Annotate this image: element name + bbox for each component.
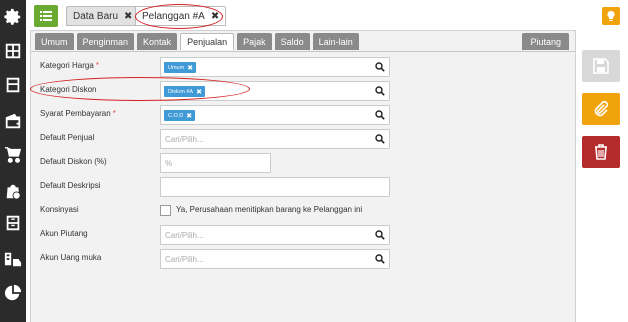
menu-button[interactable]	[34, 5, 58, 27]
field-placeholder: Cari/Pilih...	[165, 135, 204, 144]
action-column	[576, 30, 628, 322]
lightbulb-icon	[607, 11, 615, 21]
cart-icon[interactable]	[2, 144, 24, 166]
close-icon[interactable]: ✖	[124, 11, 132, 22]
tab-data-baru[interactable]: Data Baru ✖	[66, 6, 140, 26]
kategori-harga-select[interactable]: Umum ✖	[160, 57, 390, 77]
row-default-diskon: Default Diskon (%) %	[31, 153, 575, 173]
field-label: Default Diskon (%)	[40, 157, 107, 166]
field-label: Default Penjual	[40, 133, 95, 142]
field-label: Kategori Diskon	[40, 85, 97, 94]
grid-icon[interactable]	[2, 40, 24, 62]
field-label: Syarat Pembayaran *	[40, 109, 116, 118]
tab-label: Data Baru	[73, 10, 119, 22]
field-label: Kategori Harga *	[40, 61, 99, 70]
row-kategori-diskon: Kategori Diskon Diskon #A ✖	[31, 81, 575, 101]
tab-pajak[interactable]: Pajak	[237, 33, 272, 50]
search-icon[interactable]	[375, 254, 385, 264]
search-icon[interactable]	[375, 86, 385, 96]
selected-tag: C.O.D ✖	[164, 110, 196, 121]
default-diskon-input[interactable]: %	[160, 153, 271, 173]
row-konsinyasi: Konsinyasi Ya, Perusahaan menitipkan bar…	[31, 201, 575, 221]
sales-form: Kategori Harga * Umum ✖ Kategori Diskon Di…	[31, 51, 575, 322]
archive-icon[interactable]	[2, 212, 24, 234]
default-penjual-select[interactable]: Cari/Pilih...	[160, 129, 390, 149]
delete-button[interactable]	[582, 136, 620, 168]
customer-form-panel: Umum Penginman Kontak Penjualan Pajak Sa…	[30, 30, 576, 322]
akun-uang-muka-select[interactable]: Cari/Pilih...	[160, 249, 390, 269]
list-icon	[40, 11, 52, 21]
tab-umum[interactable]: Umum	[35, 33, 74, 50]
tab-pengiriman[interactable]: Penginman	[76, 33, 135, 50]
lightbulb-button[interactable]	[602, 7, 620, 25]
app-sidebar	[0, 0, 26, 322]
bag-plus-icon[interactable]	[2, 180, 24, 202]
building-truck-icon[interactable]	[2, 248, 24, 270]
row-default-deskripsi: Default Deskripsi	[31, 177, 575, 197]
subtab-bar: Umum Penginman Kontak Penjualan Pajak Sa…	[35, 33, 359, 51]
top-bar: Data Baru ✖ Pelanggan #A ✖	[26, 0, 628, 30]
remove-tag-icon[interactable]: ✖	[187, 64, 193, 72]
trash-icon	[595, 144, 607, 160]
wallet-icon[interactable]	[2, 110, 24, 132]
tab-saldo[interactable]: Saldo	[274, 33, 310, 50]
remove-tag-icon[interactable]: ✖	[186, 112, 192, 120]
field-placeholder: Cari/Pilih...	[165, 255, 204, 264]
floppy-icon	[593, 58, 609, 74]
field-label: Akun Piutang	[40, 229, 88, 238]
search-icon[interactable]	[375, 230, 385, 240]
search-icon[interactable]	[375, 134, 385, 144]
field-label: Konsinyasi	[40, 205, 79, 214]
kategori-diskon-select[interactable]: Diskon #A ✖	[160, 81, 390, 101]
row-akun-uang-muka: Akun Uang muka Cari/Pilih...	[31, 249, 575, 269]
search-icon[interactable]	[375, 110, 385, 120]
book-icon[interactable]	[2, 74, 24, 96]
syarat-pembayaran-select[interactable]: C.O.D ✖	[160, 105, 390, 125]
default-deskripsi-input[interactable]	[160, 177, 390, 197]
gear-icon[interactable]	[2, 6, 24, 28]
row-kategori-harga: Kategori Harga * Umum ✖	[31, 57, 575, 77]
tab-pelanggan[interactable]: Pelanggan #A ✖	[135, 6, 227, 26]
row-akun-piutang: Akun Piutang Cari/Pilih...	[31, 225, 575, 245]
tab-kontak[interactable]: Kontak	[137, 33, 178, 50]
tab-label: Pelanggan #A	[142, 10, 205, 22]
tab-lain-lain[interactable]: Lain-lain	[312, 33, 359, 50]
field-placeholder: Cari/Pilih...	[165, 231, 204, 240]
paperclip-icon	[594, 100, 609, 117]
selected-tag: Diskon #A ✖	[164, 86, 205, 97]
konsinyasi-checkbox[interactable]	[160, 205, 171, 216]
field-label: Akun Uang muka	[40, 253, 102, 262]
checkbox-label[interactable]: Ya, Perusahaan menitipkan barang ke Pela…	[176, 205, 362, 214]
remove-tag-icon[interactable]: ✖	[196, 88, 202, 96]
save-button[interactable]	[582, 50, 620, 82]
attach-button[interactable]	[582, 93, 620, 125]
tab-penjualan[interactable]: Penjualan	[180, 33, 235, 50]
search-icon[interactable]	[375, 62, 385, 72]
selected-tag: Umum ✖	[164, 62, 197, 73]
close-icon[interactable]: ✖	[211, 11, 219, 22]
row-default-penjual: Default Penjual Cari/Pilih...	[31, 129, 575, 149]
row-syarat-pembayaran: Syarat Pembayaran * C.O.D ✖	[31, 105, 575, 125]
pie-chart-icon[interactable]	[2, 282, 24, 304]
field-label: Default Deskripsi	[40, 181, 101, 190]
tab-piutang[interactable]: Piutang	[522, 33, 569, 50]
akun-piutang-select[interactable]: Cari/Pilih...	[160, 225, 390, 245]
field-placeholder: %	[165, 159, 173, 168]
